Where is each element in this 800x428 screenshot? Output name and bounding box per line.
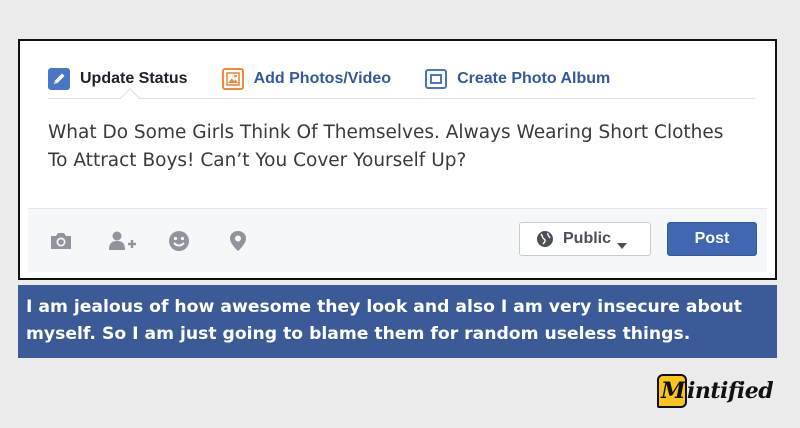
post-button[interactable]: Post [667,222,757,256]
caption-text: I am jealous of how awesome they look an… [18,285,777,358]
tab-label: Update Status [80,69,188,87]
tab-create-photo-album[interactable]: Create Photo Album [425,59,610,99]
tab-label: Add Photos/Video [253,69,392,87]
logo-badge-letter: M [661,378,686,404]
logo-badge: M [657,374,687,408]
composer-panel: Update Status Add Photos/Video Create Ph… [28,41,767,272]
tab-label: Create Photo Album [457,69,611,87]
composer-tabs: Update Status Add Photos/Video Create Ph… [48,59,755,99]
album-icon [425,68,448,90]
tab-add-photos-video[interactable]: Add Photos/Video [221,59,392,99]
location-icon[interactable] [225,229,251,253]
status-composer: Update Status Add Photos/Video Create Ph… [18,39,777,280]
composer-footer: Public Post [28,208,767,272]
feeling-icon[interactable] [166,229,192,253]
privacy-selector[interactable]: Public [519,222,651,256]
globe-icon [536,230,554,248]
photo-icon [221,67,244,90]
tag-friends-icon[interactable] [106,229,138,253]
tab-update-status[interactable]: Update Status [48,59,188,99]
logo-text: intified [687,378,774,404]
chevron-down-icon [617,236,628,249]
status-text-input[interactable]: What Do Some Girls Think Of Themselves. … [48,119,728,175]
pencil-icon [48,67,70,90]
privacy-label: Public [563,230,612,247]
camera-icon[interactable] [48,229,74,253]
mintified-logo: M intified [657,374,775,414]
